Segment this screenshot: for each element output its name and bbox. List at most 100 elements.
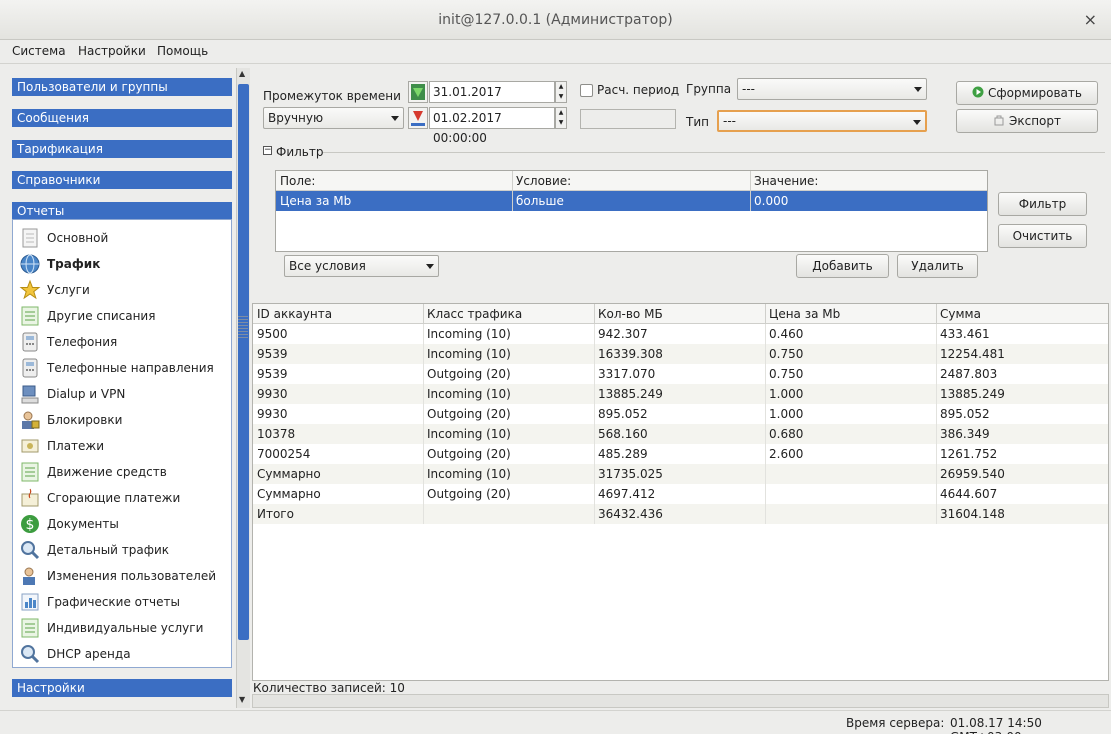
sidebar-item-report[interactable]: Услуги xyxy=(19,278,225,302)
calc-period-checkbox[interactable] xyxy=(580,84,593,97)
sidebar-item-report[interactable]: Индивидуальные услуги xyxy=(19,616,225,640)
date-to-field[interactable]: 01.02.2017 00:00:00 xyxy=(429,107,555,145)
scroll-down-icon[interactable]: ▼ xyxy=(239,695,245,704)
cell-account-id: 9500 xyxy=(257,327,288,341)
sidebar-item-label: Услуги xyxy=(47,283,90,297)
col-traffic-class[interactable]: Класс трафика xyxy=(427,307,522,321)
sidebar-item-label: Движение средств xyxy=(47,465,167,479)
phone-icon xyxy=(19,357,41,379)
cell-divider xyxy=(765,324,766,344)
chevron-down-icon xyxy=(391,116,399,121)
sidebar-header-users[interactable]: Пользователи и группы xyxy=(12,78,232,96)
date-from-field[interactable]: 31.01.2017 00:00:00 xyxy=(429,81,555,119)
col-account-id[interactable]: ID аккаунта xyxy=(257,307,332,321)
type-select[interactable]: --- xyxy=(717,110,927,132)
date-to-spinner[interactable]: ▲ ▼ xyxy=(555,107,567,129)
table-row[interactable]: 9930 Incoming (10) 13885.249 1.000 13885.249 xyxy=(253,384,1108,404)
sidebar-item-report[interactable]: Основной xyxy=(19,226,225,250)
generate-button[interactable]: Сформировать xyxy=(956,81,1098,105)
sidebar-item-report[interactable]: Сгорающие платежи xyxy=(19,486,225,510)
date-from-spinner[interactable]: ▲ ▼ xyxy=(555,81,567,103)
table-row[interactable]: 9930 Outgoing (20) 895.052 1.000 895.052 xyxy=(253,404,1108,424)
server-time-value: 01.08.17 14:50 GMT+03:00 xyxy=(950,716,1042,734)
table-horizontal-scrollbar[interactable] xyxy=(252,694,1109,708)
cell-divider xyxy=(936,484,937,504)
sidebar-item-report[interactable]: Dialup и VPN xyxy=(19,382,225,406)
traffic-table-header: ID аккаунта Класс трафика Кол-во МБ Цена… xyxy=(253,304,1108,324)
lock-user-icon xyxy=(19,409,41,431)
sidebar-item-label: Телефонные направления xyxy=(47,361,214,375)
sidebar-item-label: Платежи xyxy=(47,439,105,453)
arrow-down-red-icon xyxy=(411,111,425,126)
sidebar-item-report[interactable]: Детальный трафик xyxy=(19,538,225,562)
menu-help[interactable]: Помощь xyxy=(157,44,208,58)
scroll-up-icon[interactable]: ▲ xyxy=(239,69,245,78)
sidebar-item-report[interactable]: Другие списания xyxy=(19,304,225,328)
export-button[interactable]: Экспорт xyxy=(956,109,1098,133)
table-row[interactable]: 10378 Incoming (10) 568.160 0.680 386.349 xyxy=(253,424,1108,444)
date-to-button[interactable] xyxy=(408,107,428,129)
sidebar-item-report[interactable]: Платежи xyxy=(19,434,225,458)
sidebar-header-reports[interactable]: Отчеты xyxy=(12,202,232,220)
col-divider xyxy=(423,304,424,324)
traffic-table: ID аккаунта Класс трафика Кол-во МБ Цена… xyxy=(252,303,1109,681)
table-row[interactable]: 9539 Incoming (10) 16339.308 0.750 12254.481 xyxy=(253,344,1108,364)
sidebar-item-report[interactable]: $ Документы xyxy=(19,512,225,536)
table-row[interactable]: 9500 Incoming (10) 942.307 0.460 433.461 xyxy=(253,324,1108,344)
table-row[interactable]: 7000254 Outgoing (20) 485.289 2.600 1261.752 xyxy=(253,444,1108,464)
menu-settings[interactable]: Настройки xyxy=(78,44,146,58)
cell-divider xyxy=(936,384,937,404)
cell-sum: 13885.249 xyxy=(940,387,1005,401)
sidebar-header-messages[interactable]: Сообщения xyxy=(12,109,232,127)
cell-divider xyxy=(765,504,766,524)
sidebar-item-label: Графические отчеты xyxy=(47,595,180,609)
sidebar-item-report[interactable]: Трафик xyxy=(19,252,225,276)
generate-label: Сформировать xyxy=(988,86,1082,100)
col-sum[interactable]: Сумма xyxy=(940,307,981,321)
splitter-grip[interactable] xyxy=(238,316,248,340)
cell-account-id: 9930 xyxy=(257,407,288,421)
table-row[interactable]: Суммарно Outgoing (20) 4697.412 4644.607 xyxy=(253,484,1108,504)
filter-clear-button[interactable]: Очистить xyxy=(998,224,1087,248)
collapse-toggle-icon[interactable]: − xyxy=(263,146,272,155)
sidebar-item-report[interactable]: Телефония xyxy=(19,330,225,354)
sidebar-item-report[interactable]: Блокировки xyxy=(19,408,225,432)
remove-condition-button[interactable]: Удалить xyxy=(897,254,978,278)
filter-apply-button[interactable]: Фильтр xyxy=(998,192,1087,216)
col-divider xyxy=(594,304,595,324)
period-mode-select[interactable]: Вручную xyxy=(263,107,404,129)
table-row[interactable]: Суммарно Incoming (10) 31735.025 26959.540 xyxy=(253,464,1108,484)
table-row[interactable]: Итого 36432.436 31604.148 xyxy=(253,504,1108,524)
sidebar-header-settings[interactable]: Настройки xyxy=(12,679,232,697)
sidebar-item-report[interactable]: DHCP аренда xyxy=(19,642,225,666)
filter-row[interactable]: Цена за Mb больше 0.000 xyxy=(276,191,987,211)
dollar-icon: $ xyxy=(19,513,41,535)
type-label: Тип xyxy=(686,115,709,129)
sidebar-item-report[interactable]: Движение средств xyxy=(19,460,225,484)
col-mb-amount[interactable]: Кол-во МБ xyxy=(598,307,663,321)
scroll-thumb[interactable] xyxy=(238,84,249,640)
sidebar-item-report[interactable]: Телефонные направления xyxy=(19,356,225,380)
match-condition-select[interactable]: Все условия xyxy=(284,255,439,277)
filter-col-divider xyxy=(750,171,751,211)
cell-sum: 4644.607 xyxy=(940,487,998,501)
sidebar-item-label: Документы xyxy=(47,517,119,531)
group-select[interactable]: --- xyxy=(737,78,927,100)
svg-text:$: $ xyxy=(26,517,35,533)
table-row[interactable]: 9539 Outgoing (20) 3317.070 0.750 2487.803 xyxy=(253,364,1108,384)
cell-divider xyxy=(765,424,766,444)
menu-system[interactable]: Система xyxy=(12,44,66,58)
calc-period-field[interactable] xyxy=(580,109,676,129)
sidebar-header-refs[interactable]: Справочники xyxy=(12,171,232,189)
sidebar-item-report[interactable]: Графические отчеты xyxy=(19,590,225,614)
add-condition-button[interactable]: Добавить xyxy=(796,254,889,278)
sidebar-item-report[interactable]: Изменения пользователей xyxy=(19,564,225,588)
sidebar-scrollbar[interactable]: ▲ ▼ xyxy=(236,68,250,708)
sidebar-header-tariff[interactable]: Тарификация xyxy=(12,140,232,158)
type-value: --- xyxy=(723,114,736,128)
cell-divider xyxy=(765,404,766,424)
close-icon[interactable]: × xyxy=(1084,0,1097,40)
col-price-per-mb[interactable]: Цена за Mb xyxy=(769,307,840,321)
cell-divider xyxy=(936,464,937,484)
date-from-button[interactable] xyxy=(408,81,428,103)
